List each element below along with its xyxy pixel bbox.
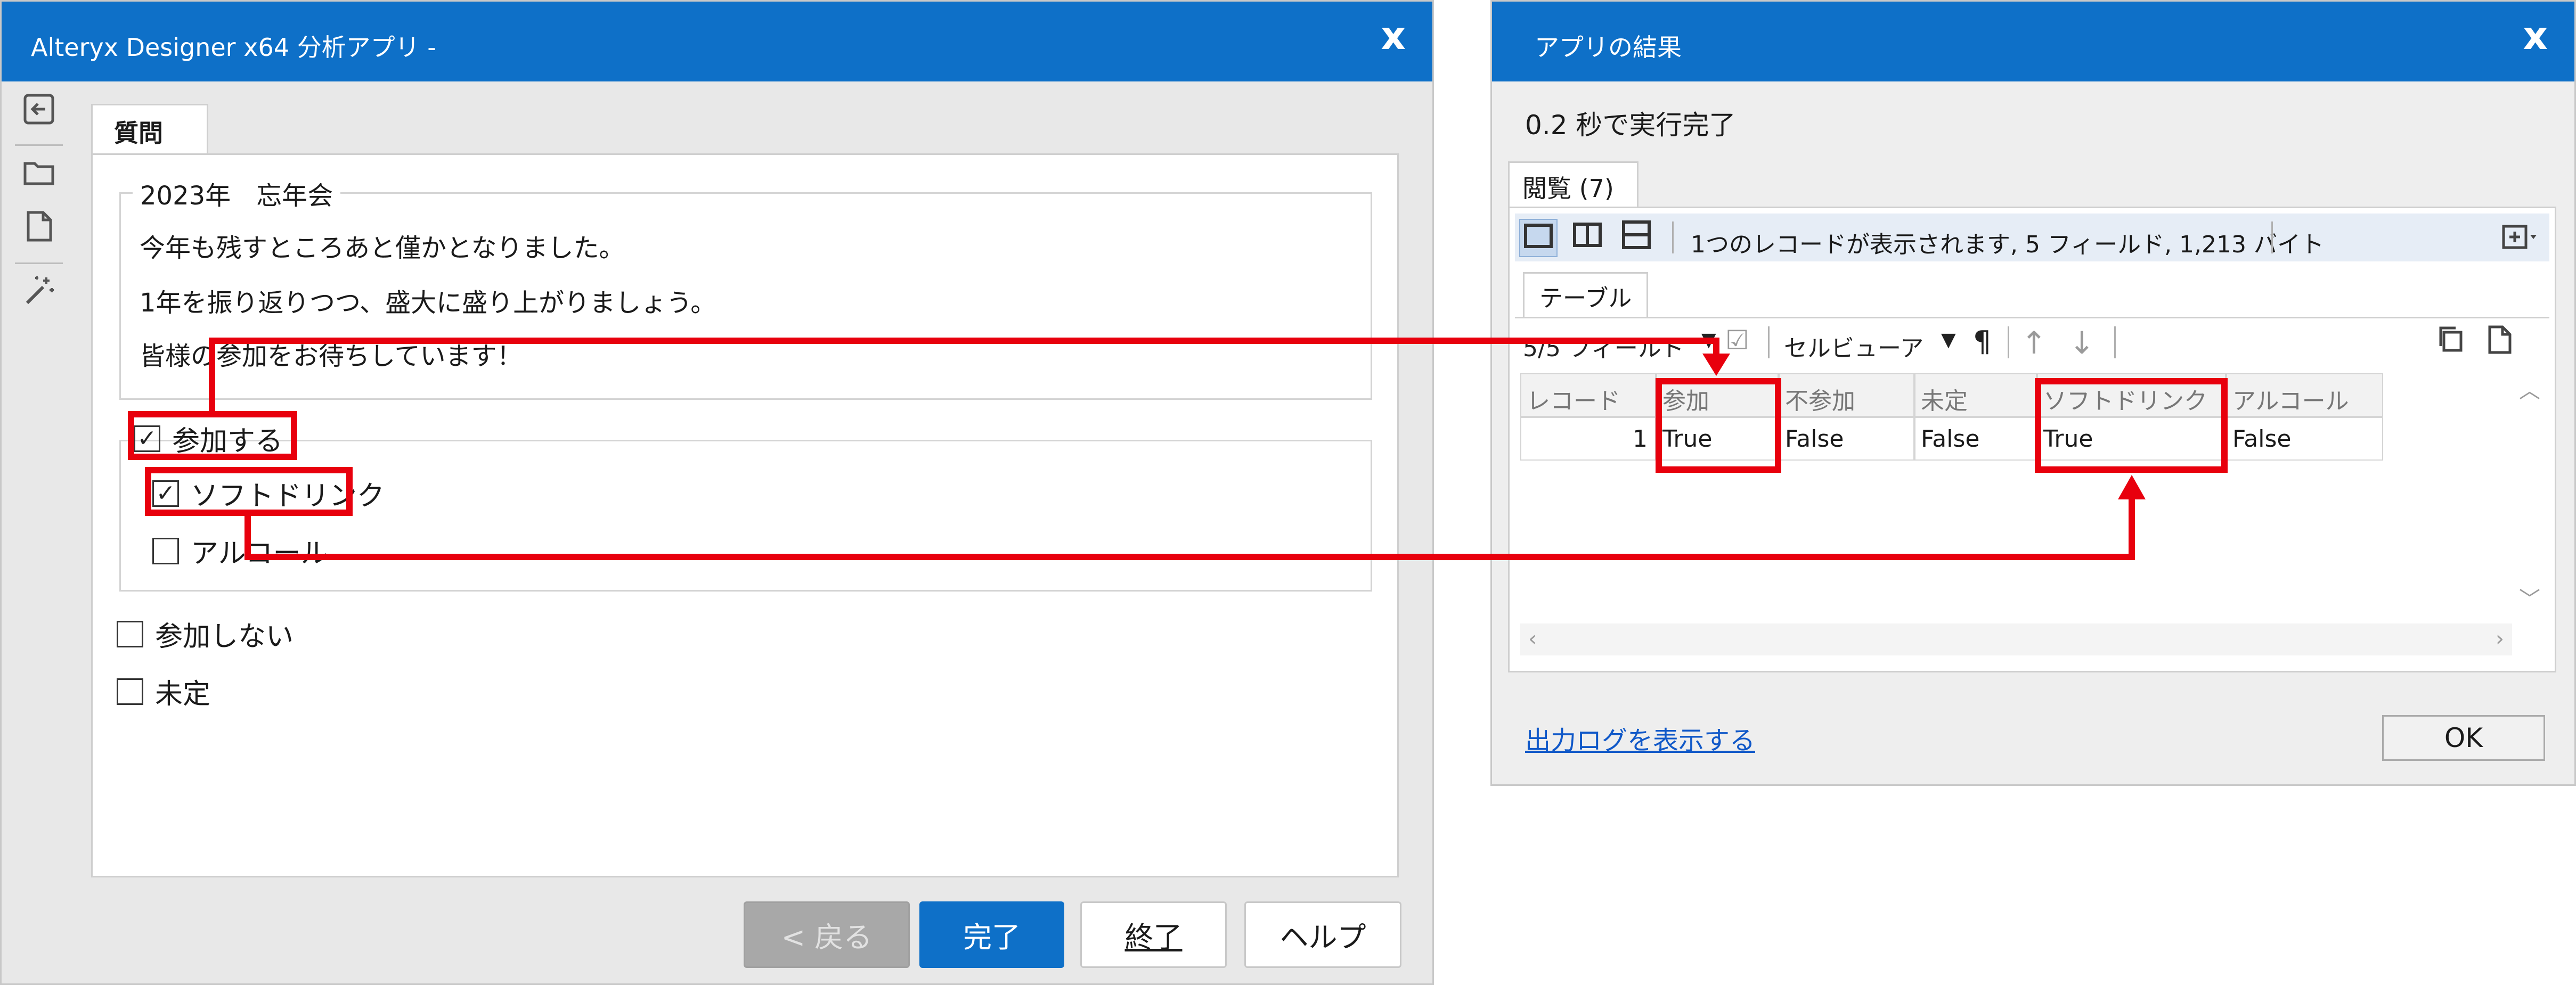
- arrow-attend-to-column: [209, 338, 1719, 411]
- annotation-arrows: [209, 338, 2146, 560]
- arrowhead-up: [2118, 475, 2146, 499]
- arrow-soft-drink-to-column: [244, 498, 2135, 560]
- arrowhead-down: [1702, 354, 1730, 376]
